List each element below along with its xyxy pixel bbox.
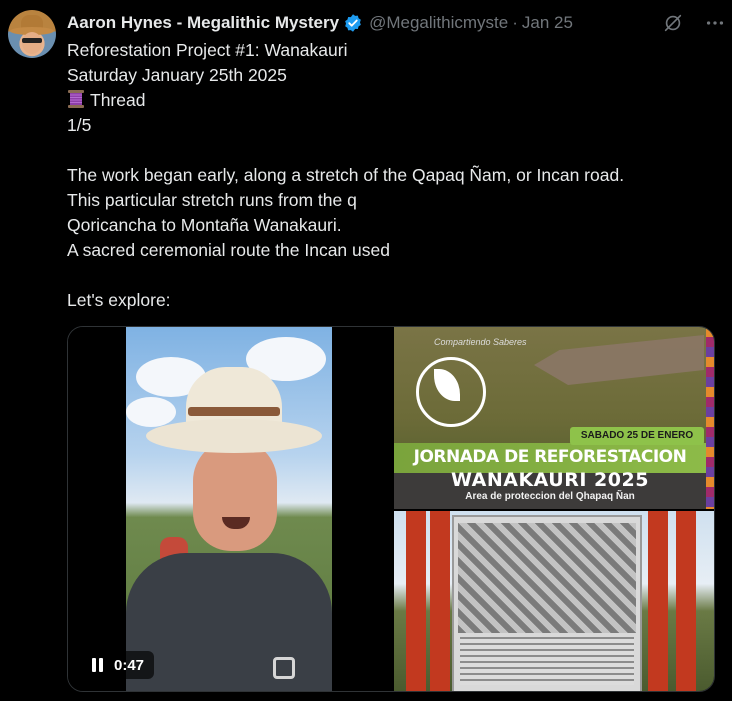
tweet-line: Saturday January 25th 2025 — [67, 65, 287, 85]
avatar-glasses — [22, 38, 42, 43]
author-handle[interactable]: @Megalithicmyste — [369, 13, 508, 33]
media-image-info-sign[interactable] — [394, 511, 714, 691]
presenter-face — [193, 439, 277, 551]
poster-date-tag: SABADO 25 DE ENERO — [570, 427, 704, 445]
poster-title-line1: JORNADA DE REFORESTACION — [413, 447, 687, 467]
presenter-shirt — [126, 553, 332, 691]
tweet-date[interactable]: Jan 25 — [522, 13, 573, 33]
media-grid: 0:47 Compartiendo Saberes SABADO 25 DE E… — [67, 326, 715, 692]
andean-pattern-border — [706, 327, 714, 509]
thread-label: Thread — [90, 90, 146, 110]
sign-post-left — [406, 511, 426, 691]
cloud-shape — [126, 397, 176, 427]
author-avatar[interactable] — [8, 10, 56, 58]
tweet-card[interactable]: Aaron Hynes - Megalithic Mystery @Megali… — [0, 0, 732, 701]
video-controls[interactable]: 0:47 — [82, 651, 155, 679]
tweet-line: A sacred ceremonial route the Incan used — [67, 240, 390, 260]
video-player[interactable]: 0:47 — [68, 327, 392, 691]
grok-icon[interactable] — [662, 12, 684, 34]
sign-post-left-inner — [430, 511, 450, 691]
separator-dot: · — [512, 13, 518, 32]
tweet-line: Qoricancha to Montaña Wanakauri. — [67, 215, 342, 235]
avatar-face — [22, 32, 42, 54]
inca-ruins-shape — [534, 335, 704, 385]
tweet-line: Thread — [67, 88, 717, 113]
tweet-line: This particular stretch runs from the q — [67, 190, 357, 210]
cowboy-hat-brim — [146, 419, 322, 453]
more-options-icon[interactable] — [704, 12, 726, 34]
sign-map-illustration — [458, 523, 636, 633]
tweet-line: The work began early, along a stretch of… — [67, 165, 625, 185]
sign-post-right — [648, 511, 668, 691]
tweet-header: Aaron Hynes - Megalithic Mystery @Megali… — [67, 11, 573, 35]
poster-subtitle: Area de proteccion del Qhapaq Ñan — [465, 491, 635, 502]
pause-icon[interactable] — [92, 658, 104, 672]
media-image-reforestation-poster[interactable]: Compartiendo Saberes SABADO 25 DE ENERO … — [394, 327, 714, 509]
poster-corner-text: Compartiendo Saberes — [434, 337, 527, 347]
sign-post-right-outer — [676, 511, 696, 691]
sign-text-block — [460, 637, 634, 685]
author-name[interactable]: Aaron Hynes - Megalithic Mystery — [67, 13, 339, 33]
video-time: 0:47 — [114, 656, 145, 674]
verified-badge-icon[interactable] — [343, 13, 363, 33]
poster-title-line2: WANAKAURI 2025 — [451, 469, 649, 491]
shirt-logo-icon — [273, 657, 295, 679]
tweet-line: Let's explore: — [67, 290, 171, 310]
tweet-line: 1/5 — [67, 115, 92, 135]
tweet-text: Reforestation Project #1: Wanakauri Satu… — [67, 38, 717, 313]
tweet-line: Reforestation Project #1: Wanakauri — [67, 40, 348, 60]
cowboy-hat-band — [188, 407, 280, 416]
video-frame — [126, 327, 332, 691]
spool-of-thread-emoji-icon — [67, 89, 85, 109]
